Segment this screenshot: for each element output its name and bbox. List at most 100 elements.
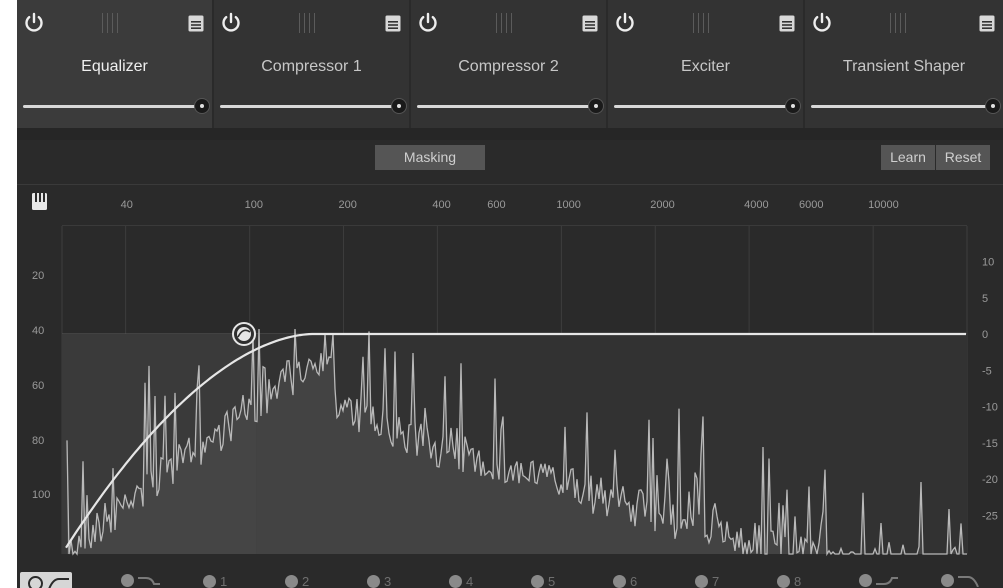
freq-tick-label: 4000 — [744, 199, 768, 211]
freq-tick-label: 600 — [487, 199, 505, 211]
db-tick-label: -20 — [982, 474, 998, 486]
learn-button[interactable]: Learn — [881, 145, 935, 170]
power-icon[interactable] — [417, 12, 439, 34]
slider-knob[interactable] — [786, 99, 800, 113]
freq-tick-label: 6000 — [799, 199, 823, 211]
band-label: 3 — [384, 574, 392, 588]
module-menu-icon[interactable] — [385, 15, 401, 32]
eq-plugin-window: Equalizer Compressor 1 Compressor 2 Exci… — [17, 0, 1003, 588]
slider-knob[interactable] — [986, 99, 1000, 113]
db-tick-label: -10 — [982, 402, 998, 414]
freq-tick-label: 10000 — [868, 199, 899, 211]
module-exciter[interactable]: Exciter — [608, 0, 803, 128]
band-dot-icon — [121, 574, 134, 587]
level-tick-label: 100 — [32, 489, 50, 501]
drag-handle-icon[interactable] — [496, 13, 518, 33]
band-dot-icon — [285, 575, 298, 588]
db-tick-label: 5 — [982, 293, 988, 305]
module-mix-slider[interactable] — [417, 105, 590, 108]
band-label: 2 — [302, 574, 310, 588]
low-shelf-icon — [138, 576, 160, 585]
module-mix-slider[interactable] — [614, 105, 787, 108]
band-label: 1 — [220, 574, 228, 588]
level-tick-label: 60 — [32, 380, 44, 392]
band-button-3[interactable]: 3 — [367, 574, 391, 588]
module-strip: Equalizer Compressor 1 Compressor 2 Exci… — [17, 0, 1003, 128]
freq-tick-label: 40 — [121, 199, 133, 211]
eq-graph-canvas[interactable]: 40 100 200 400 600 1000 2000 4000 6000 1000020406… — [17, 184, 1003, 588]
module-mix-slider[interactable] — [23, 105, 196, 108]
module-title: Compressor 2 — [458, 58, 559, 75]
band-dot-icon — [941, 574, 954, 587]
freq-tick-label: 100 — [245, 199, 263, 211]
eq-node-icon[interactable] — [232, 322, 256, 346]
db-tick-label: -15 — [982, 438, 998, 450]
band-button-2[interactable]: 2 — [285, 574, 309, 588]
band-button-4[interactable]: 4 — [449, 574, 473, 588]
band-dot-icon — [695, 575, 708, 588]
band-button-7[interactable]: 7 — [695, 574, 719, 588]
power-icon[interactable] — [220, 12, 242, 34]
band-button-6[interactable]: 6 — [613, 574, 637, 588]
module-title: Transient Shaper — [842, 58, 966, 75]
drag-handle-icon[interactable] — [102, 13, 124, 33]
eq-graph[interactable]: 40 100 200 400 600 1000 2000 4000 6000 10000 20 40 6… — [17, 184, 1003, 588]
band-selector-bar: 1 2 3 4 5 6 7 8 — [17, 568, 1003, 588]
module-equalizer[interactable]: Equalizer — [17, 0, 212, 128]
module-title: Equalizer — [81, 58, 148, 75]
reset-button[interactable]: Reset — [936, 145, 990, 170]
band-dot-icon — [367, 575, 380, 588]
level-tick-label: 80 — [32, 435, 44, 447]
db-tick-label: -25 — [982, 510, 998, 522]
band-button-5[interactable]: 5 — [531, 574, 555, 588]
band-label: 5 — [548, 574, 556, 588]
db-tick-label: -5 — [982, 365, 992, 377]
power-icon[interactable] — [614, 12, 636, 34]
band-dot-icon — [28, 575, 43, 588]
module-menu-icon[interactable] — [582, 15, 598, 32]
module-compressor-2[interactable]: Compressor 2 — [411, 0, 606, 128]
module-transient-shaper[interactable]: Transient Shaper — [805, 0, 1003, 128]
module-menu-icon[interactable] — [979, 15, 995, 32]
band-label: 8 — [794, 574, 802, 588]
freq-tick-label: 400 — [432, 199, 450, 211]
band-dot-icon — [859, 574, 872, 587]
band-dot-icon — [777, 575, 790, 588]
band-dot-icon — [531, 575, 544, 588]
masking-button[interactable]: Masking — [375, 145, 485, 170]
power-icon[interactable] — [811, 12, 833, 34]
band-label: 7 — [712, 574, 720, 588]
module-mix-slider[interactable] — [811, 105, 987, 108]
level-tick-label: 40 — [32, 325, 44, 337]
module-compressor-1[interactable]: Compressor 1 — [214, 0, 409, 128]
module-title: Compressor 1 — [261, 58, 362, 75]
freq-tick-label: 1000 — [556, 199, 580, 211]
slider-knob[interactable] — [195, 99, 209, 113]
band-dot-icon — [203, 575, 216, 588]
band-button-low-pass[interactable] — [941, 574, 980, 587]
band-dot-icon — [613, 575, 626, 588]
band-label: 4 — [466, 574, 474, 588]
drag-handle-icon[interactable] — [890, 13, 912, 33]
module-strip-divider — [17, 128, 1003, 140]
band-button-high-pass[interactable] — [20, 572, 72, 588]
piano-keyboard-icon[interactable] — [32, 193, 47, 210]
module-menu-icon[interactable] — [779, 15, 795, 32]
band-button-high-shelf[interactable] — [859, 574, 898, 587]
band-button-8[interactable]: 8 — [777, 574, 801, 588]
power-icon[interactable] — [23, 12, 45, 34]
module-title: Exciter — [681, 58, 730, 75]
drag-handle-icon[interactable] — [693, 13, 715, 33]
slider-knob[interactable] — [392, 99, 406, 113]
freq-tick-label: 2000 — [650, 199, 674, 211]
freq-tick-label: 200 — [339, 199, 357, 211]
low-pass-icon — [958, 575, 979, 587]
high-pass-icon — [48, 578, 69, 588]
module-menu-icon[interactable] — [188, 15, 204, 32]
drag-handle-icon[interactable] — [299, 13, 321, 33]
band-button-low-shelf[interactable] — [121, 574, 160, 587]
band-button-1[interactable]: 1 — [203, 574, 227, 588]
module-mix-slider[interactable] — [220, 105, 393, 108]
band-dot-icon — [449, 575, 462, 588]
slider-knob[interactable] — [589, 99, 603, 113]
